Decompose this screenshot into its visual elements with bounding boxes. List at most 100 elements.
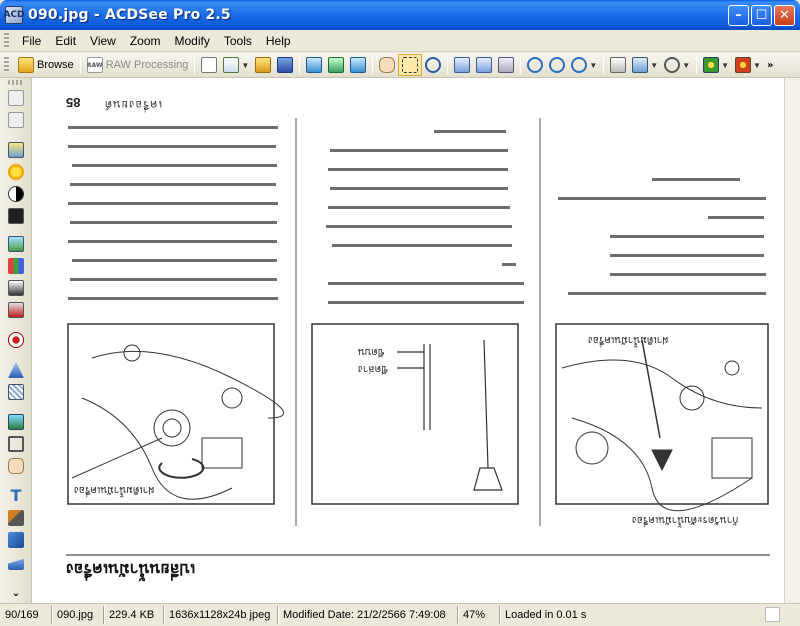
hand-icon — [379, 57, 396, 73]
strip-grip[interactable] — [8, 80, 24, 85]
magnifier-icon — [425, 57, 442, 73]
text-tool-icon[interactable]: T — [8, 488, 24, 504]
effects-button[interactable]: ▼ — [732, 54, 764, 76]
title-bar[interactable]: ACD 090.jpg - ACDSee Pro 2.5 – ☐ ✕ — [0, 0, 800, 30]
figure3-caption-top: ฝาเติมน้ำมันเครื่อง — [588, 334, 669, 345]
resize-grip[interactable] — [765, 607, 780, 622]
hand-icon[interactable] — [8, 458, 24, 474]
slideshow-button[interactable] — [325, 54, 347, 76]
color-balance-icon[interactable] — [8, 302, 24, 318]
shape-icon[interactable] — [8, 532, 24, 548]
rotate-left-icon — [454, 57, 471, 73]
image-viewer[interactable]: 85 เครื่องยนต์ ฝาเติมน้ำมันเครื่อง ขีดบน… — [32, 78, 784, 603]
zoom-tool-button[interactable] — [422, 54, 444, 76]
browse-folder-icon — [18, 57, 34, 73]
menu-help[interactable]: Help — [259, 34, 298, 48]
pan-button[interactable] — [376, 54, 398, 76]
menu-bar: File Edit View Zoom Modify Tools Help — [0, 30, 800, 52]
flip-icon — [498, 57, 515, 73]
redo-icon[interactable] — [8, 112, 24, 128]
light-bulb-icon[interactable] — [8, 164, 24, 180]
menu-grip[interactable] — [4, 32, 9, 49]
slideshow-icon — [328, 57, 345, 73]
zoom-icon — [571, 57, 588, 73]
crop-icon[interactable] — [8, 436, 24, 452]
print-button[interactable] — [607, 54, 629, 76]
menu-view[interactable]: View — [83, 34, 123, 48]
select-button[interactable] — [398, 54, 423, 76]
flip-button[interactable] — [495, 54, 517, 76]
left-tool-strip: T ⌄ — [0, 78, 32, 603]
zoom-out-button[interactable] — [546, 54, 568, 76]
toolbar-grip[interactable] — [4, 57, 9, 73]
vertical-scrollbar[interactable] — [784, 78, 800, 603]
acdsee-app-icon[interactable]: ACD — [3, 6, 25, 24]
undo-icon[interactable] — [8, 90, 24, 106]
raw-processing-button[interactable]: RAW RAW Processing — [84, 54, 192, 76]
zoom-in-button[interactable] — [524, 54, 546, 76]
overflow-chevron-icon: » — [766, 59, 774, 71]
browse-label: Browse — [37, 59, 74, 71]
portrait-icon[interactable] — [8, 208, 24, 224]
color-palette-icon — [703, 57, 720, 73]
brush-icon[interactable] — [8, 510, 24, 526]
rotate-left-button[interactable] — [451, 54, 473, 76]
menu-modify[interactable]: Modify — [168, 34, 217, 48]
figure1-caption: ฝาเติมน้ำมันเครื่อง — [74, 484, 155, 495]
toolbar-overflow-button[interactable]: » — [764, 54, 776, 76]
minimize-button[interactable]: – — [728, 5, 749, 26]
contrast-icon[interactable] — [8, 186, 24, 202]
effects-icon — [735, 57, 752, 73]
menu-tools[interactable]: Tools — [217, 34, 259, 48]
zoom-dropdown-button[interactable]: ▼ — [568, 54, 600, 76]
menu-file[interactable]: File — [15, 34, 48, 48]
open-button[interactable] — [252, 54, 274, 76]
watermark-icon[interactable] — [8, 558, 24, 570]
raw-processing-label: RAW Processing — [105, 59, 189, 71]
figure2-caption-lower: ขีดล่าง — [358, 363, 388, 374]
close-icon: ✕ — [779, 8, 790, 23]
figure3-caption-bottom: ก้านวัดระดับน้ำมันเครื่อง — [632, 514, 739, 525]
share-button[interactable]: ▼ — [629, 54, 661, 76]
maximize-icon: ☐ — [755, 8, 768, 23]
page-header: เครื่องยนต์ — [104, 98, 163, 110]
share-icon — [632, 57, 649, 73]
browse-button[interactable]: Browse — [15, 54, 77, 76]
raw-convert-icon — [201, 57, 218, 73]
chevron-down-icon: ▼ — [682, 60, 691, 70]
levels-icon[interactable] — [8, 258, 24, 274]
sharpen-icon[interactable] — [8, 362, 24, 378]
batch-button[interactable]: ▼ — [220, 54, 252, 76]
red-eye-icon[interactable] — [8, 332, 24, 348]
color-button[interactable]: ▼ — [700, 54, 732, 76]
status-zoom: 47% — [458, 606, 500, 624]
tone-curve-icon[interactable] — [8, 280, 24, 296]
close-button[interactable]: ✕ — [774, 5, 795, 26]
menu-edit[interactable]: Edit — [48, 34, 83, 48]
effects-panel-icon[interactable] — [8, 414, 24, 430]
prev-image-button[interactable] — [303, 54, 325, 76]
save-button[interactable] — [274, 54, 296, 76]
checklist-icon — [223, 57, 240, 73]
landscape-icon[interactable] — [8, 236, 24, 252]
convert-raw-button[interactable] — [198, 54, 220, 76]
auto-lighting-icon[interactable] — [8, 142, 24, 158]
status-filesize: 229.4 KB — [104, 606, 164, 624]
menu-zoom[interactable]: Zoom — [123, 34, 168, 48]
minimize-icon: – — [735, 8, 742, 23]
main-toolbar: Browse RAW RAW Processing ▼ ▼ ▼ ▼ ▼ ▼ » — [0, 53, 800, 78]
strip-overflow-icon[interactable]: ⌄ — [8, 586, 24, 602]
status-load-time: Loaded in 0.01 s — [505, 609, 587, 621]
maximize-button[interactable]: ☐ — [751, 5, 772, 26]
printer-icon — [610, 57, 627, 73]
next-image-button[interactable] — [347, 54, 369, 76]
status-dimensions: 1636x1128x24b jpeg — [164, 606, 278, 624]
save-disk-icon — [277, 57, 294, 73]
noise-icon[interactable] — [8, 384, 24, 400]
rotate-right-button[interactable] — [473, 54, 495, 76]
window-title: 090.jpg - ACDSee Pro 2.5 — [28, 7, 231, 23]
section-heading: เปลี่ยนน้ำมันเครื่อง — [66, 560, 196, 577]
chevron-down-icon: ▼ — [753, 60, 761, 70]
chevron-down-icon: ▼ — [650, 60, 659, 70]
tools-dropdown-button[interactable]: ▼ — [661, 54, 693, 76]
